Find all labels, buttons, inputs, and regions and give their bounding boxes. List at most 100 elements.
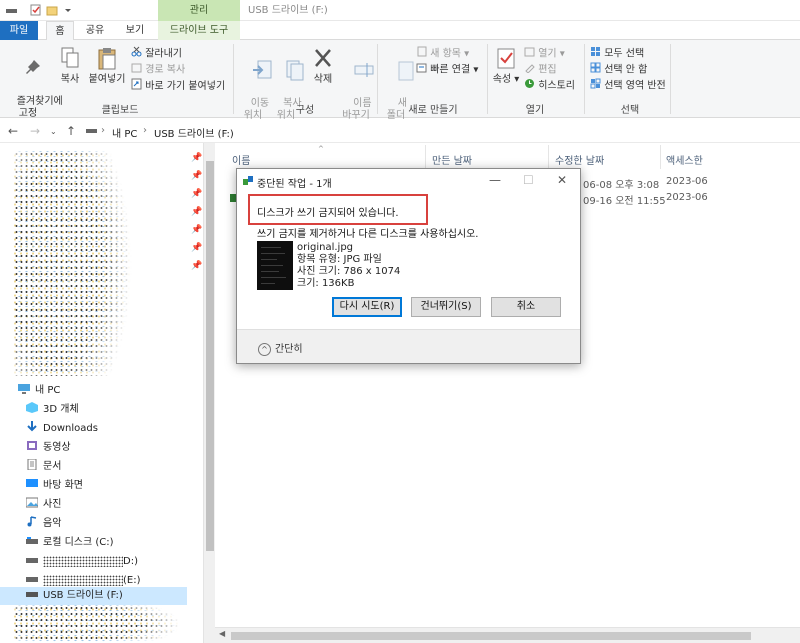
scroll-left-icon[interactable]: ◀ xyxy=(219,629,225,638)
tab-drive-tools[interactable]: 드라이브 도구 xyxy=(158,21,240,40)
organize-group-label: 구성 xyxy=(295,105,315,116)
history-label: 히스토리 xyxy=(538,80,575,92)
nav-item-label: 사진 xyxy=(43,499,62,510)
blurred-drive-name xyxy=(43,574,123,586)
dialog-message: 디스크가 쓰기 금지되어 있습니다. xyxy=(257,208,399,219)
nav-item-label: 동영상 xyxy=(43,442,71,453)
breadcrumb-this-pc[interactable]: 내 PC xyxy=(112,125,137,140)
clipboard-group-label: 클립보드 xyxy=(101,105,139,116)
chevron-up-icon: ^ xyxy=(258,342,271,356)
breadcrumb-separator-icon: › xyxy=(143,125,147,136)
nav-item-pictures[interactable]: 사진 xyxy=(25,496,62,514)
tab-file[interactable]: 파일 xyxy=(0,21,38,40)
cut-button[interactable]: 잘라내기 xyxy=(131,46,182,61)
nav-item-3d-objects[interactable]: 3D 개체 xyxy=(26,401,79,419)
nav-item-downloads[interactable]: Downloads xyxy=(26,420,98,438)
properties-button[interactable]: 속성 ▾ xyxy=(492,46,520,86)
select-none-label: 선택 안 함 xyxy=(604,64,648,76)
ribbon: 즐겨찾기에 고정 복사 붙여넣기 잘라내기 경로 복사 바로 가기 붙여넣기 클… xyxy=(0,40,800,121)
move-to-label: 이동 위치 xyxy=(243,98,270,121)
fewer-details-toggle[interactable]: ^ 간단히 xyxy=(258,340,303,356)
open-button[interactable]: 열기 ▾ xyxy=(524,46,565,61)
nav-scrollbar-thumb[interactable] xyxy=(206,161,214,551)
paste-button[interactable]: 붙여넣기 xyxy=(86,46,128,86)
column-separator[interactable] xyxy=(425,145,426,169)
manage-tab[interactable]: 관리 xyxy=(158,0,240,21)
copy-button[interactable]: 복사 xyxy=(56,46,84,86)
nav-item-usb-drive-f[interactable]: USB 드라이브 (F:) xyxy=(0,587,187,605)
paste-label: 붙여넣기 xyxy=(88,74,126,85)
easy-access-button[interactable]: 빠른 연결 ▾ xyxy=(416,62,478,77)
pin-icon: 📌 xyxy=(191,243,203,253)
column-separator[interactable] xyxy=(660,145,661,169)
nav-item-label: D:) xyxy=(123,556,138,567)
sort-up-icon: ^ xyxy=(318,145,324,153)
pin-icon: 📌 xyxy=(191,171,203,181)
tab-view[interactable]: 보기 xyxy=(116,21,154,40)
nav-item-desktop[interactable]: 바탕 화면 xyxy=(26,477,83,495)
minimize-icon[interactable]: — xyxy=(489,173,501,187)
row-accessed: 2023-06 xyxy=(666,192,708,203)
open-group-label: 열기 xyxy=(525,105,545,116)
back-arrow-icon[interactable]: ← xyxy=(8,124,18,138)
nav-item-local-disk-c[interactable]: 로컬 디스크 (C:) xyxy=(26,534,114,552)
column-header-modified[interactable]: 수정한 날짜 xyxy=(555,152,604,167)
properties-icon[interactable] xyxy=(30,4,42,16)
up-arrow-icon[interactable]: ↑ xyxy=(66,124,76,138)
document-icon xyxy=(26,458,38,471)
pin-icon: 📌 xyxy=(191,261,203,271)
nav-this-pc[interactable]: 내 PC xyxy=(18,382,60,400)
invert-selection-label: 선택 영역 반전 xyxy=(604,80,666,92)
column-header-name[interactable]: 이름 xyxy=(232,152,250,167)
history-button[interactable]: 히스토리 xyxy=(524,78,575,93)
content-horizontal-scrollbar[interactable]: ◀ xyxy=(215,627,800,643)
skip-button[interactable]: 건너뛰기(S) xyxy=(411,297,481,317)
breadcrumb-usb-drive[interactable]: USB 드라이브 (F:) xyxy=(154,125,234,140)
horizontal-scrollbar-thumb[interactable] xyxy=(231,632,751,640)
copy-path-button[interactable]: 경로 복사 xyxy=(131,62,185,77)
select-all-label: 모두 선택 xyxy=(604,48,645,60)
picture-icon xyxy=(25,497,39,508)
nav-scrollbar[interactable] xyxy=(203,143,215,643)
new-item-icon xyxy=(416,46,427,61)
delete-button[interactable]: 삭제 xyxy=(308,46,338,86)
invert-selection-button[interactable]: 선택 영역 반전 xyxy=(590,78,666,93)
retry-button[interactable]: 다시 시도(R) xyxy=(332,297,402,317)
row-modified: 09-16 오전 11:55 xyxy=(583,196,666,207)
video-icon xyxy=(26,440,38,451)
pin-icon xyxy=(23,58,45,84)
computer-icon xyxy=(18,383,30,394)
tab-home[interactable]: 홈 xyxy=(46,21,74,40)
column-header-created[interactable]: 만든 날짜 xyxy=(432,152,472,167)
cancel-button[interactable]: 취소 xyxy=(491,297,561,317)
nav-item-label: Downloads xyxy=(43,423,98,434)
drive-icon xyxy=(26,573,38,584)
new-item-button[interactable]: 새 항목 ▾ xyxy=(416,46,469,61)
forward-arrow-icon[interactable]: → xyxy=(30,124,40,138)
pin-icon: 📌 xyxy=(191,207,203,217)
blurred-quick-access-region xyxy=(14,151,134,376)
nav-item-drive-d[interactable]: D:) xyxy=(26,553,138,571)
nav-item-documents[interactable]: 문서 xyxy=(26,458,61,476)
ribbon-separator xyxy=(584,44,585,114)
drive-icon xyxy=(6,4,18,16)
pin-label: 즐겨찾기에 고정 xyxy=(16,96,63,119)
customize-qat-icon[interactable] xyxy=(62,4,74,16)
recent-dropdown-icon[interactable]: ⌄ xyxy=(50,127,57,136)
select-none-button[interactable]: 선택 안 함 xyxy=(590,62,647,77)
nav-item-label: USB 드라이브 (F:) xyxy=(43,590,123,601)
column-header-accessed[interactable]: 액세스한 xyxy=(666,152,703,167)
nav-item-label: 로컬 디스크 (C:) xyxy=(43,537,114,548)
ribbon-separator xyxy=(233,44,234,114)
new-folder-icon[interactable] xyxy=(46,4,58,16)
nav-item-music[interactable]: 음악 xyxy=(26,515,61,533)
nav-item-label: 음악 xyxy=(43,518,62,529)
pin-icon: 📌 xyxy=(191,153,203,163)
paste-shortcut-button[interactable]: 바로 가기 붙여넣기 xyxy=(131,78,225,94)
column-separator[interactable] xyxy=(548,145,549,169)
tab-share[interactable]: 공유 xyxy=(78,21,112,40)
close-icon[interactable]: ✕ xyxy=(557,173,567,187)
nav-item-videos[interactable]: 동영상 xyxy=(26,439,71,457)
select-all-button[interactable]: 모두 선택 xyxy=(590,46,644,61)
edit-button[interactable]: 편집 xyxy=(524,62,557,77)
